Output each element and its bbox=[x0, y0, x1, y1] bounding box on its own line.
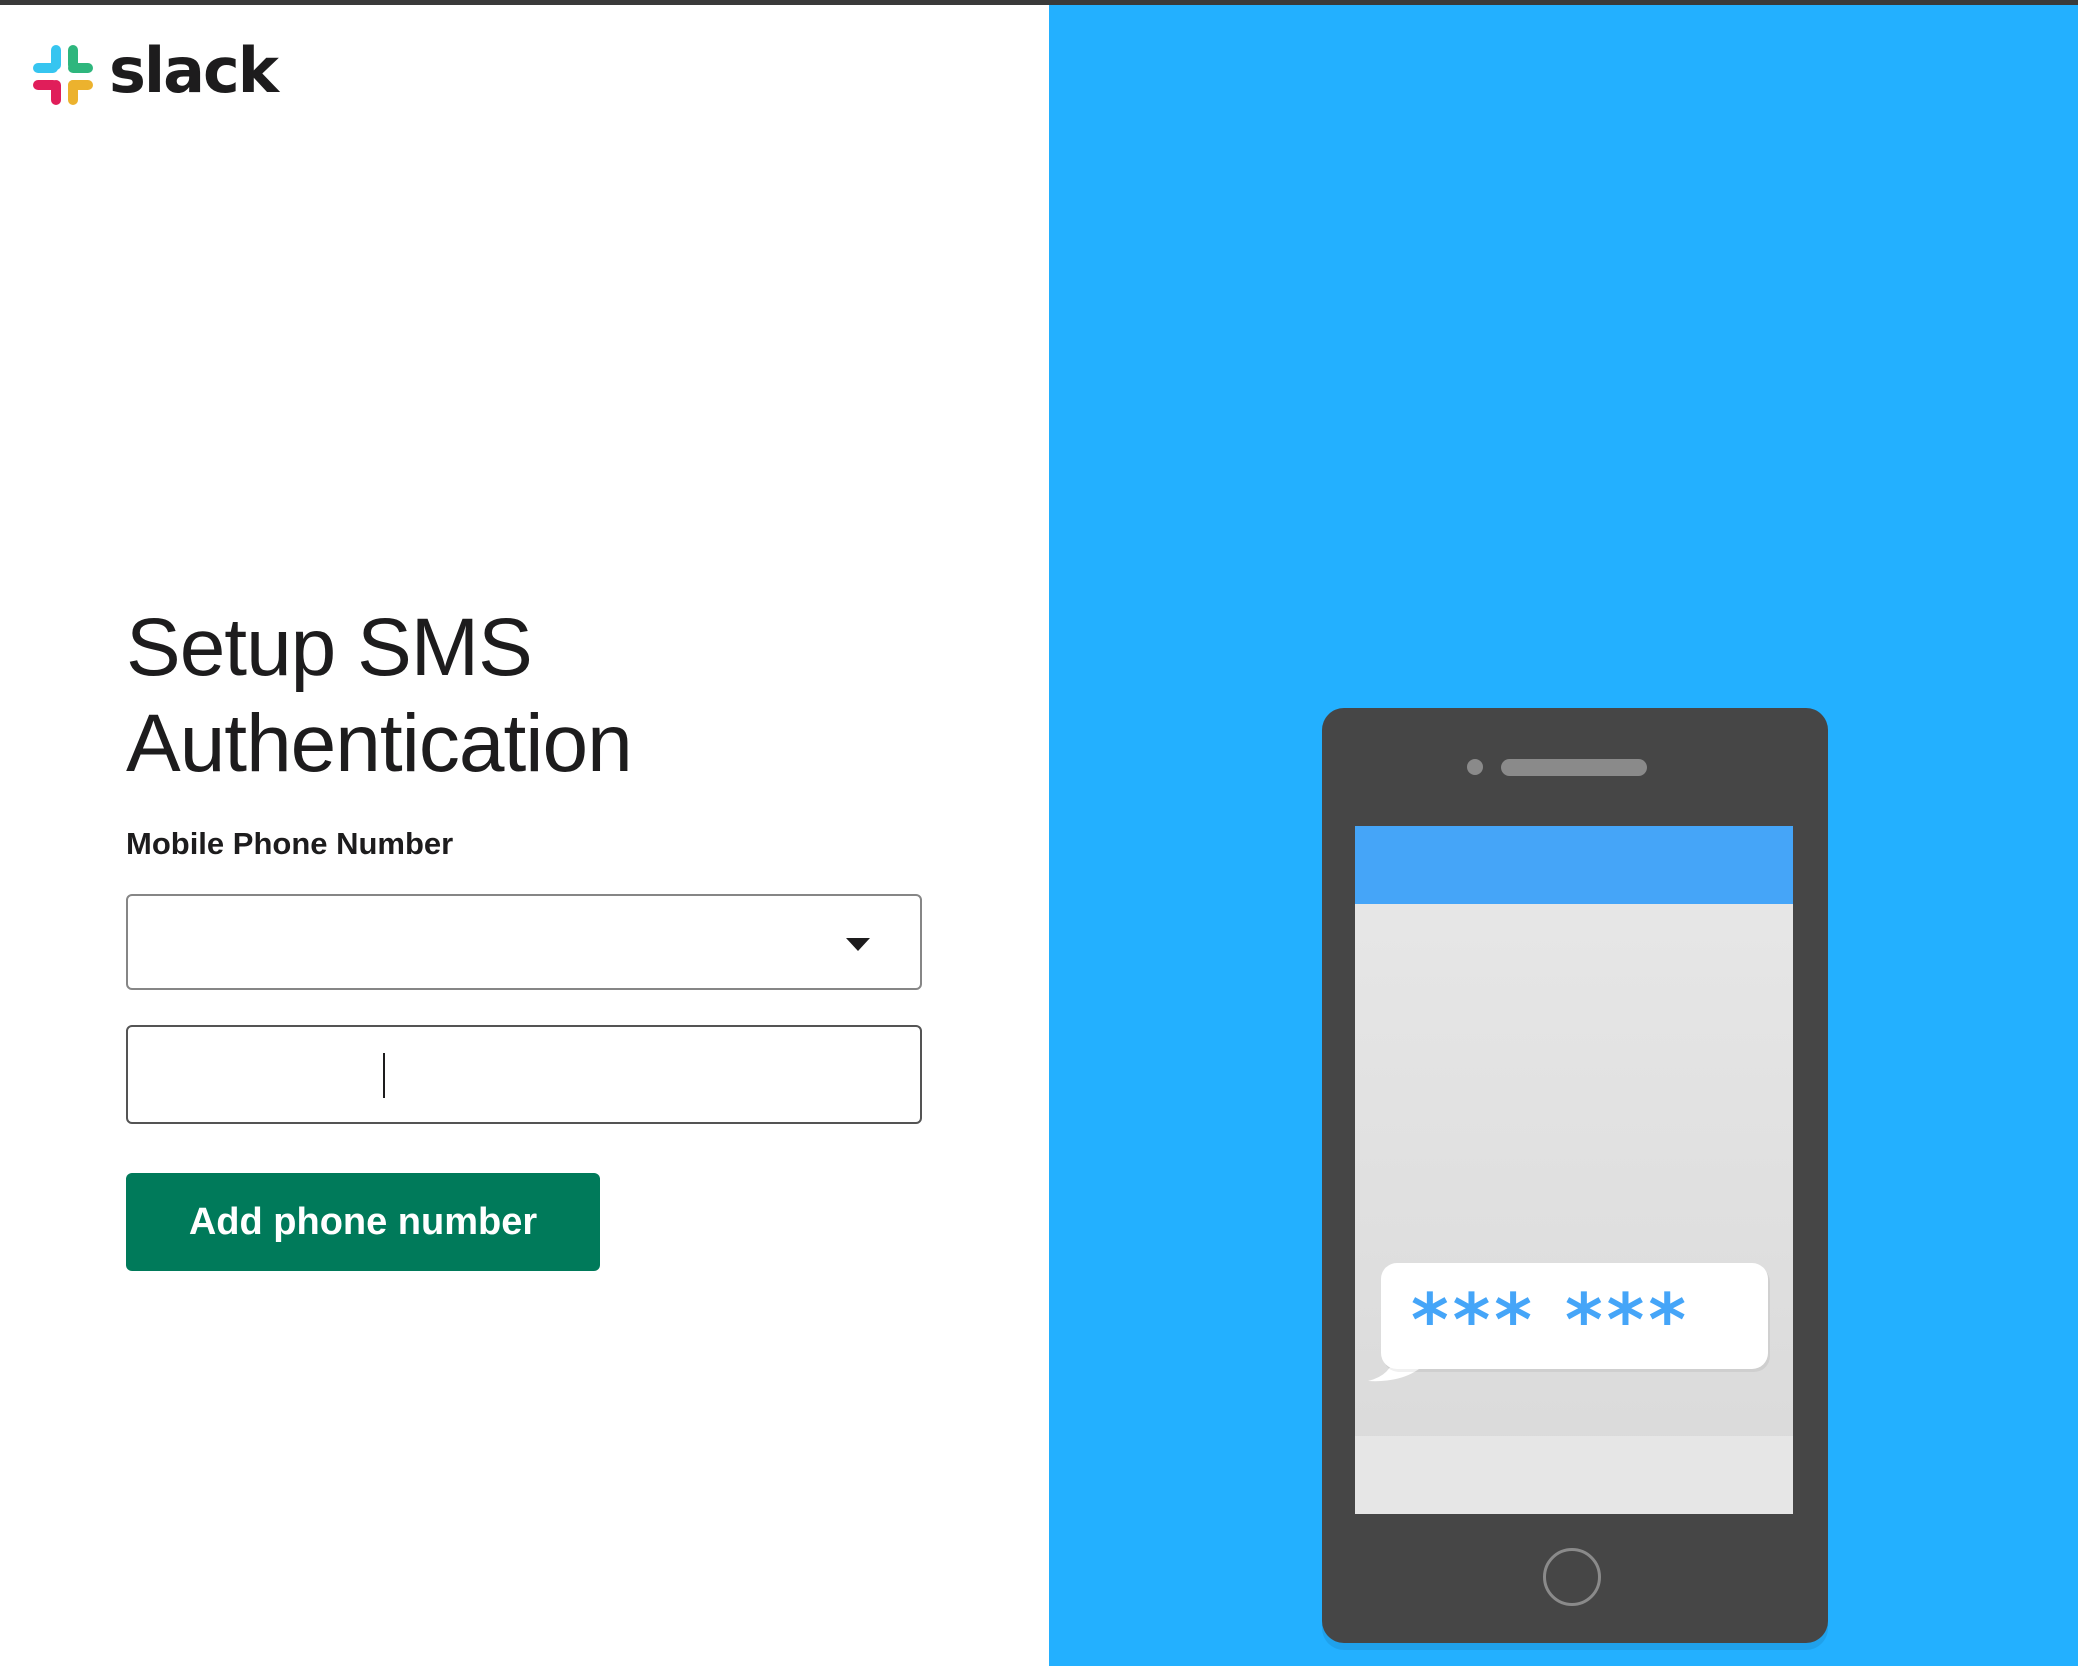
phone-screen-header bbox=[1355, 826, 1793, 904]
country-code-select[interactable] bbox=[126, 894, 922, 990]
phone-home-button bbox=[1543, 1548, 1601, 1606]
slack-wordmark: slack bbox=[109, 34, 279, 107]
chevron-down-icon bbox=[846, 938, 870, 951]
phone-screen bbox=[1355, 826, 1793, 1514]
page-title-line-1: Setup SMS bbox=[126, 602, 533, 693]
slack-logo[interactable]: slack bbox=[31, 34, 279, 110]
phone-camera bbox=[1467, 759, 1483, 775]
text-cursor bbox=[383, 1053, 385, 1098]
phone-speaker bbox=[1501, 759, 1647, 776]
phone-screen-footer bbox=[1355, 1436, 1793, 1514]
slack-hash-icon bbox=[33, 45, 93, 105]
phone-number-label: Mobile Phone Number bbox=[126, 826, 454, 861]
page-title: Setup SMS Authentication bbox=[126, 600, 633, 792]
sms-code-text: *** *** bbox=[1411, 1278, 1690, 1362]
page-title-line-2: Authentication bbox=[126, 698, 633, 789]
phone-number-input[interactable] bbox=[126, 1025, 922, 1124]
add-phone-number-button[interactable]: Add phone number bbox=[126, 1173, 600, 1271]
